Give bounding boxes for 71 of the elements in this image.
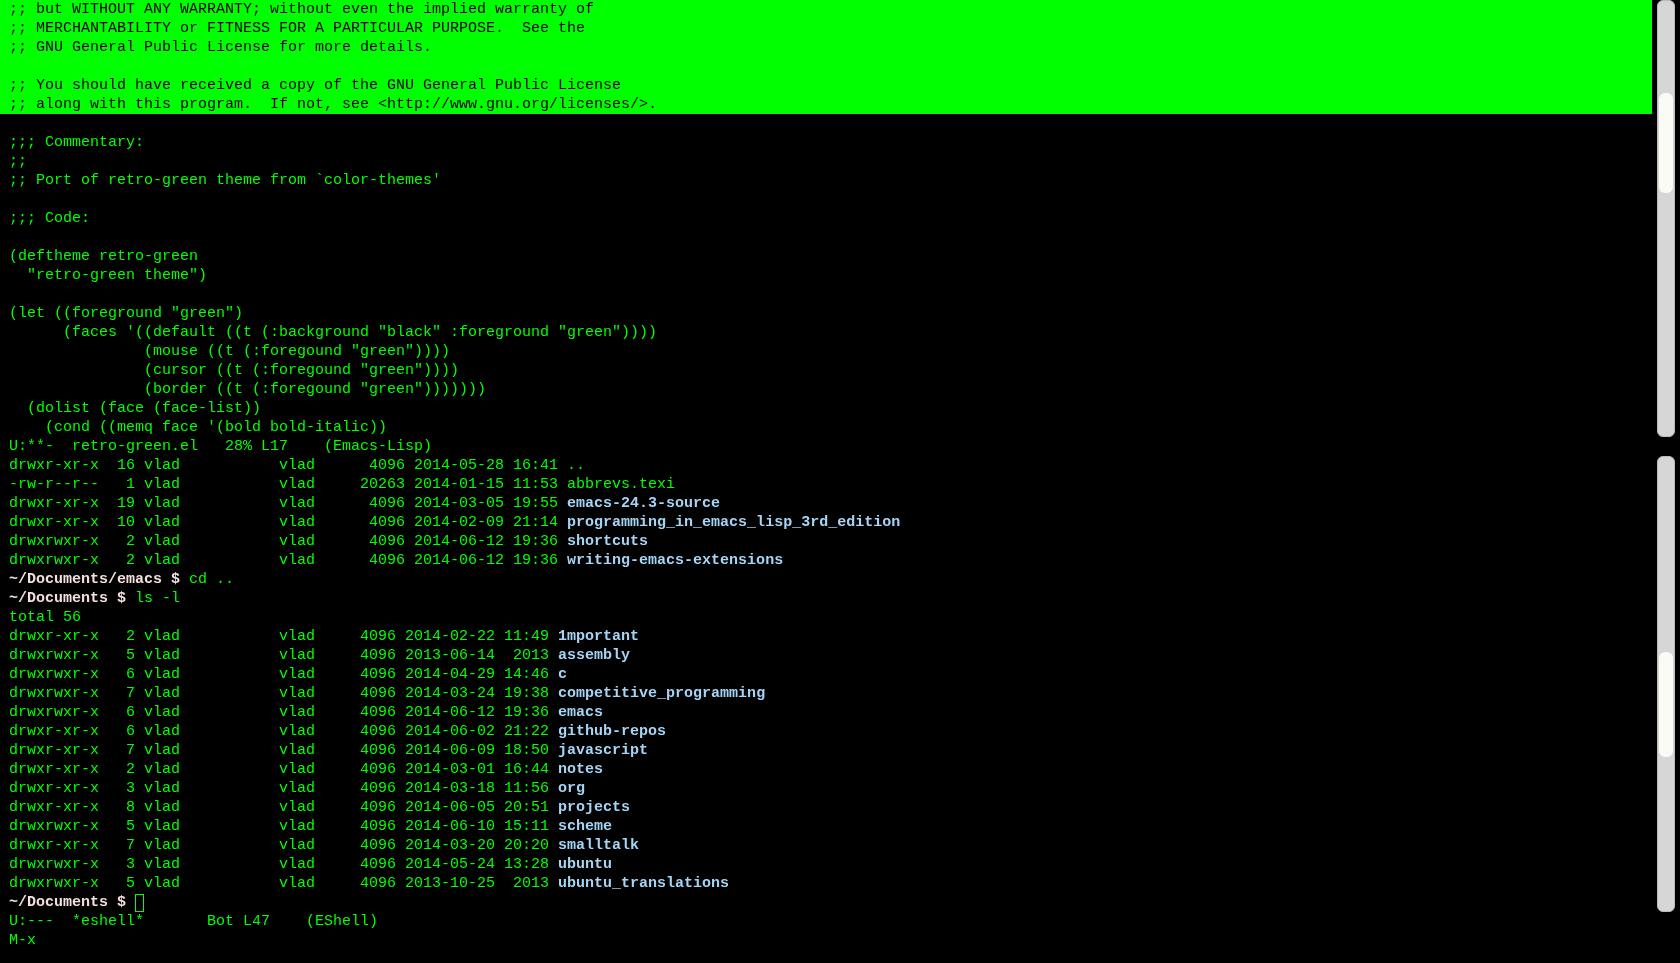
file-name: scheme bbox=[558, 817, 613, 836]
file-name: assembly bbox=[558, 646, 631, 665]
file-attributes: drwxr-xr-x 10 vlad vlad 4096 2014-02-09 21:14 bbox=[9, 513, 559, 532]
code-line: ;;; Commentary: bbox=[9, 134, 145, 151]
mode-line: U:--- *eshell* Bot L47 (EShell) bbox=[9, 913, 379, 930]
comment-line: ;; MERCHANTABILITY or FITNESS FOR A PARTICULAR PURPOSE. See the bbox=[9, 20, 586, 37]
comment-line: ;; but WITHOUT ANY WARRANTY; without even the implied warranty of bbox=[9, 1, 595, 18]
code-line: (cond ((memq face '(bold bold-italic)) bbox=[44, 419, 388, 436]
file-name: 1mportant bbox=[558, 627, 640, 646]
file-attributes: drwxrwxr-x 5 vlad vlad 4096 2014-06-10 15:11 bbox=[9, 817, 550, 836]
code-line: (cursor ((t (:foregound "green")))) bbox=[143, 362, 460, 379]
mode-line: U:**- retro-green.el 28% L17 (Emacs-Lisp) bbox=[9, 438, 433, 455]
file-name: org bbox=[558, 779, 586, 798]
comment-line: ;; GNU General Public License for more details. bbox=[9, 39, 433, 56]
file-attributes: drwxrwxr-x 3 vlad vlad 4096 2014-05-24 13:28 bbox=[9, 855, 550, 874]
file-name: .. bbox=[567, 456, 586, 475]
minibuffer-text: M-x bbox=[9, 932, 36, 949]
code-line: (mouse ((t (:foregound "green")))) bbox=[143, 343, 451, 360]
comment-line: ;; You should have received a copy of the GNU General Public License bbox=[9, 77, 622, 94]
file-name: ubuntu bbox=[558, 855, 613, 874]
file-attributes: drwxr-xr-x 7 vlad vlad 4096 2014-06-09 18:50 bbox=[9, 741, 550, 760]
file-attributes: drwxrwxr-x 2 vlad vlad 4096 2014-06-12 19:36 bbox=[9, 532, 559, 551]
shell-command: cd .. bbox=[189, 570, 235, 589]
file-name: abbrevs.texi bbox=[567, 475, 676, 494]
file-attributes: -rw-r--r-- 1 vlad vlad 20263 2014-01-15 11:53 bbox=[9, 475, 559, 494]
code-line: (deftheme retro-green bbox=[9, 248, 199, 265]
file-attributes: drwxrwxr-x 7 vlad vlad 4096 2014-03-24 19:38 bbox=[9, 684, 550, 703]
file-attributes: drwxr-xr-x 3 vlad vlad 4096 2014-03-18 11:56 bbox=[9, 779, 550, 798]
file-name: smalltalk bbox=[558, 836, 640, 855]
file-name: emacs-24.3-source bbox=[567, 494, 721, 513]
shell-output: total 56 bbox=[9, 608, 81, 627]
shell-prompt: ~/Documents $ bbox=[9, 893, 127, 912]
file-attributes: drwxr-xr-x 6 vlad vlad 4096 2014-06-02 21:22 bbox=[9, 722, 550, 741]
file-attributes: drwxrwxr-x 5 vlad vlad 4096 2013-10-25 2013 bbox=[9, 874, 550, 893]
code-line: (border ((t (:foregound "green"))))))) bbox=[143, 381, 487, 398]
file-name: shortcuts bbox=[567, 532, 649, 551]
code-line: "retro-green theme") bbox=[26, 267, 208, 284]
code-line: ;;; Code: bbox=[9, 210, 90, 227]
file-attributes: drwxrwxr-x 2 vlad vlad 4096 2014-06-12 19:36 bbox=[9, 551, 559, 570]
file-attributes: drwxr-xr-x 7 vlad vlad 4096 2014-03-20 20:20 bbox=[9, 836, 550, 855]
file-attributes: drwxr-xr-x 8 vlad vlad 4096 2014-06-05 20:51 bbox=[9, 798, 550, 817]
code-line: ;; Port of retro-green theme from `color-themes' bbox=[9, 172, 442, 189]
file-attributes: drwxrwxr-x 5 vlad vlad 4096 2013-06-14 2013 bbox=[9, 646, 550, 665]
file-name: notes bbox=[558, 760, 604, 779]
file-attributes: drwxr-xr-x 2 vlad vlad 4096 2014-02-22 11:49 bbox=[9, 627, 550, 646]
file-attributes: drwxrwxr-x 6 vlad vlad 4096 2014-04-29 14:46 bbox=[9, 665, 550, 684]
file-name: c bbox=[558, 665, 568, 684]
file-name: programming_in_emacs_lisp_3rd_edition bbox=[567, 513, 901, 532]
file-attributes: drwxr-xr-x 19 vlad vlad 4096 2014-03-05 19:55 bbox=[9, 494, 559, 513]
file-name: competitive_programming bbox=[558, 684, 766, 703]
file-name: github-repos bbox=[558, 722, 667, 741]
scrollbar[interactable] bbox=[1657, 0, 1675, 437]
code-line: ;; bbox=[9, 153, 27, 170]
code-line: (let ((foreground "green") bbox=[9, 305, 244, 322]
file-attributes: drwxr-xr-x 16 vlad vlad 4096 2014-05-28 16:41 bbox=[9, 456, 559, 475]
scrollbar-thumb[interactable] bbox=[1659, 93, 1673, 193]
file-attributes: drwxr-xr-x 2 vlad vlad 4096 2014-03-01 16:44 bbox=[9, 760, 550, 779]
shell-prompt: ~/Documents $ bbox=[9, 589, 127, 608]
file-name: ubuntu_translations bbox=[558, 874, 730, 893]
code-line: (dolist (face (face-list)) bbox=[26, 400, 262, 417]
file-name: emacs bbox=[558, 703, 604, 722]
file-name: javascript bbox=[558, 741, 649, 760]
file-name: projects bbox=[558, 798, 631, 817]
shell-prompt: ~/Documents/emacs $ bbox=[9, 570, 181, 589]
shell-command: ls -l bbox=[135, 589, 181, 608]
scrollbar-thumb[interactable] bbox=[1659, 652, 1673, 757]
scrollbar[interactable] bbox=[1657, 456, 1675, 912]
comment-line: ;; along with this program. If not, see <http://www.gnu.org/licenses/>. bbox=[9, 96, 658, 113]
file-attributes: drwxrwxr-x 6 vlad vlad 4096 2014-06-12 19:36 bbox=[9, 703, 550, 722]
file-name: writing-emacs-extensions bbox=[567, 551, 784, 570]
code-line: (faces '((default ((t (:background "black" :foreground "green")))) bbox=[62, 324, 658, 341]
